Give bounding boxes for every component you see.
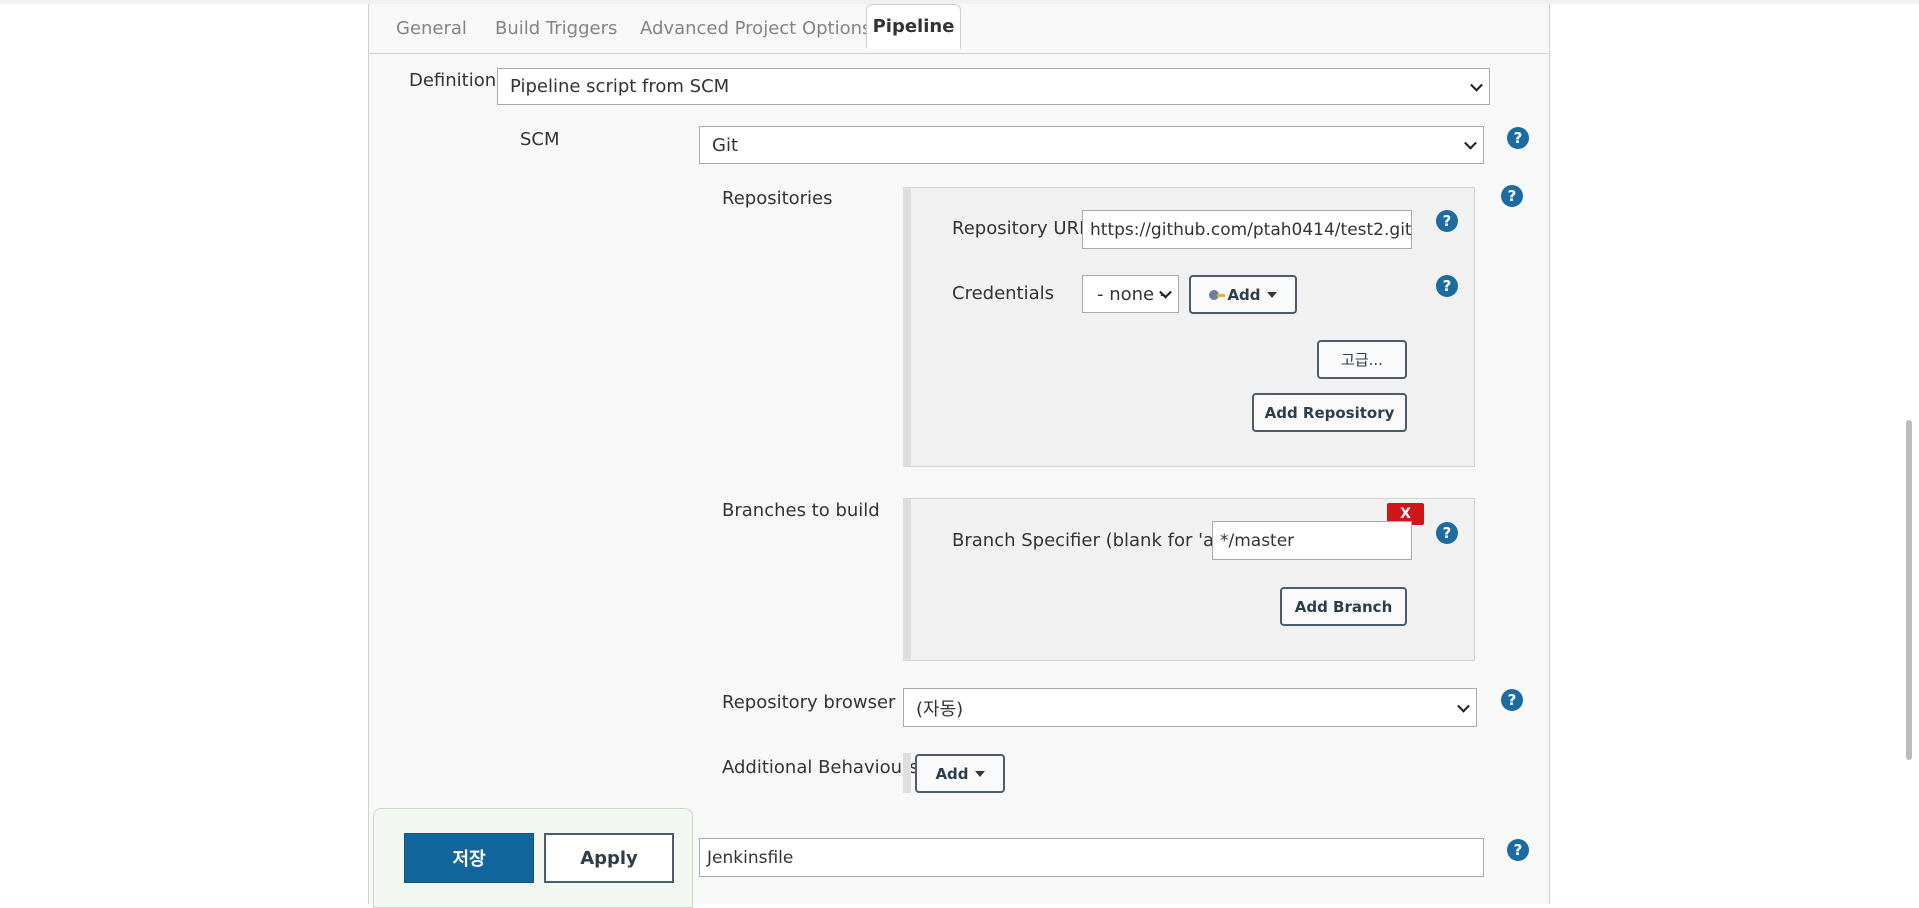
apply-button[interactable]: Apply xyxy=(544,833,674,883)
help-icon[interactable]: ? xyxy=(1501,185,1523,207)
definition-select-value: Pipeline script from SCM xyxy=(510,76,730,97)
credentials-add-button[interactable]: Add xyxy=(1189,275,1297,314)
repository-url-value: https://github.com/ptah0414/test2.git xyxy=(1090,219,1412,240)
add-branch-button[interactable]: Add Branch xyxy=(1280,587,1407,626)
repository-browser-select[interactable]: (자동) xyxy=(903,688,1477,727)
add-repository-button[interactable]: Add Repository xyxy=(1252,393,1407,432)
additional-behaviours-group xyxy=(903,753,911,793)
help-icon[interactable]: ? xyxy=(1507,127,1529,149)
credentials-label: Credentials xyxy=(952,283,1055,304)
save-button[interactable]: 저장 xyxy=(404,833,534,883)
tab-advanced-project-options[interactable]: Advanced Project Options xyxy=(640,18,871,39)
help-icon[interactable]: ? xyxy=(1507,839,1529,861)
page-scrollbar[interactable] xyxy=(1906,420,1912,760)
scm-label: SCM xyxy=(520,129,560,150)
repository-browser-label: Repository browser xyxy=(722,692,896,713)
branch-specifier-label: Branch Specifier (blank for 'any') xyxy=(952,530,1249,551)
credentials-select[interactable]: - none - xyxy=(1082,275,1179,313)
chevron-down-icon xyxy=(1470,78,1483,92)
definition-select[interactable]: Pipeline script from SCM xyxy=(497,68,1490,105)
advanced-button[interactable]: 고급... xyxy=(1317,340,1407,379)
key-icon xyxy=(1209,289,1226,300)
help-icon[interactable]: ? xyxy=(1436,210,1458,232)
definition-label: Definition xyxy=(409,70,497,91)
chevron-down-icon xyxy=(1464,136,1477,150)
tab-build-triggers[interactable]: Build Triggers xyxy=(495,18,617,39)
help-icon[interactable]: ? xyxy=(1501,689,1523,711)
caret-down-icon xyxy=(974,770,985,777)
branch-specifier-input[interactable]: */master xyxy=(1212,521,1412,560)
scm-select[interactable]: Git xyxy=(699,126,1484,164)
additional-behaviours-label: Additional Behaviours xyxy=(722,757,919,778)
help-icon[interactable]: ? xyxy=(1436,522,1458,544)
additional-behaviours-add-button[interactable]: Add xyxy=(915,754,1005,793)
repository-url-label: Repository URL xyxy=(952,218,1090,239)
chevron-down-icon xyxy=(1457,699,1470,713)
script-path-value: Jenkinsfile xyxy=(707,847,794,868)
additional-behaviours-add-label: Add xyxy=(935,764,969,783)
script-path-input[interactable]: Jenkinsfile xyxy=(699,838,1484,877)
credentials-select-value: - none - xyxy=(1097,283,1167,305)
tab-pipeline[interactable]: Pipeline xyxy=(866,4,961,49)
repositories-label: Repositories xyxy=(722,188,833,209)
caret-down-icon xyxy=(1266,291,1277,298)
tab-general[interactable]: General xyxy=(396,18,467,39)
repository-url-input[interactable]: https://github.com/ptah0414/test2.git xyxy=(1082,210,1412,249)
help-icon[interactable]: ? xyxy=(1436,275,1458,297)
credentials-add-label: Add xyxy=(1227,285,1261,304)
repository-browser-select-value: (자동) xyxy=(916,698,964,720)
scm-select-value: Git xyxy=(712,134,739,156)
branch-specifier-value: */master xyxy=(1220,530,1295,551)
branches-label: Branches to build xyxy=(722,500,880,521)
